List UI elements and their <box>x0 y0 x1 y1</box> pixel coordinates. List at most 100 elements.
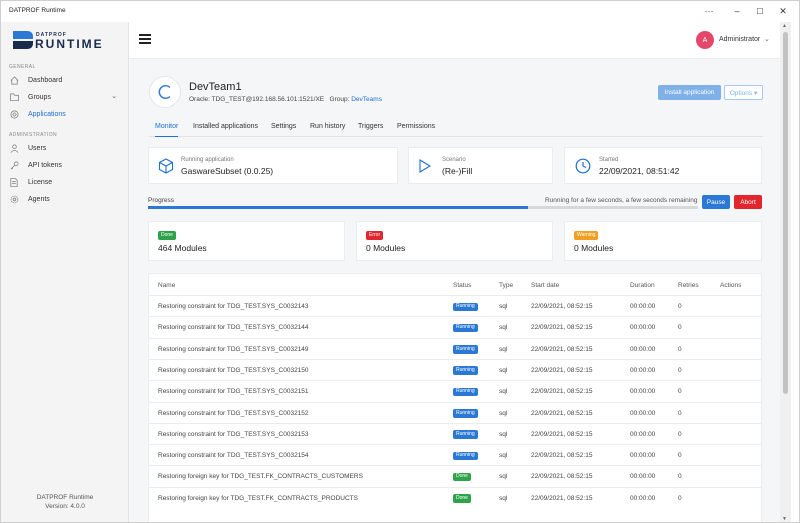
chevron-down-icon[interactable]: ⌄ <box>764 35 770 43</box>
abort-button[interactable]: Abort <box>734 195 762 209</box>
column-header-name: Name <box>158 282 176 289</box>
tab-triggers[interactable]: Triggers <box>358 123 383 137</box>
cell-retries: 0 <box>678 494 682 502</box>
started-card: Started 22/09/2021, 08:51:42 <box>564 147 762 184</box>
tab-monitor[interactable]: Monitor <box>155 123 179 137</box>
cell-status: Running <box>453 409 478 419</box>
progress-status: Running for a few seconds, a few seconds… <box>545 197 698 204</box>
table-row[interactable]: Restoring foreign key for TDG_TEST.FK_CO… <box>149 486 761 508</box>
cell-name: Restoring constraint for TDG_TEST.SYS_C0… <box>158 345 309 353</box>
sidebar-item-users[interactable]: Users <box>9 142 123 154</box>
started-value: 22/09/2021, 08:51:42 <box>599 166 680 176</box>
table-row[interactable]: Restoring foreign key for TDG_TEST.FK_CO… <box>149 465 761 486</box>
table-row[interactable]: Restoring constraint for TDG_TEST.SYS_C0… <box>149 380 761 401</box>
tab-settings[interactable]: Settings <box>271 123 296 137</box>
home-icon <box>9 75 19 85</box>
table-row[interactable]: Restoring constraint for TDG_TEST.SYS_C0… <box>149 358 761 380</box>
warning-summary-card: Warning 0 Modules <box>564 221 762 261</box>
sidebar-item-label: Users <box>28 144 47 152</box>
maximize-button[interactable]: ☐ <box>749 3 771 19</box>
clock-icon <box>575 158 591 174</box>
cell-duration: 00:00:00 <box>630 324 656 332</box>
column-header-actions: Actions <box>720 282 742 289</box>
group-link[interactable]: DevTeams <box>351 96 382 103</box>
sidebar-item-api-tokens[interactable]: API tokens <box>9 159 123 171</box>
table-row[interactable]: Restoring constraint for TDG_TEST.SYS_C0… <box>149 444 761 465</box>
cell-status: Running <box>453 345 478 355</box>
column-header-start-date: Start date <box>531 282 560 289</box>
cell-type: sql <box>499 366 508 374</box>
column-header-status: Status <box>453 282 472 289</box>
progress-label: Progress <box>148 197 175 204</box>
cell-retries: 0 <box>678 324 682 332</box>
pause-button[interactable]: Pause <box>702 195 730 209</box>
key-icon <box>9 160 19 170</box>
user-name[interactable]: Administrator <box>719 36 760 43</box>
done-summary-card: Done 464 Modules <box>148 221 345 261</box>
cell-status: Running <box>453 323 478 333</box>
progress-fill <box>148 206 528 209</box>
modules-table: Name Status Type Start date Duration Ret… <box>148 273 762 522</box>
minimize-button[interactable]: – <box>726 3 748 19</box>
scroll-thumb[interactable] <box>783 32 788 394</box>
cell-retries: 0 <box>678 430 682 438</box>
column-header-type: Type <box>499 282 514 289</box>
error-badge: Error <box>366 231 384 240</box>
cell-duration: 00:00:00 <box>630 345 656 353</box>
table-row[interactable]: Restoring constraint for TDG_TEST.SYS_C0… <box>149 295 761 316</box>
cell-type: sql <box>499 473 508 481</box>
cell-name: Restoring constraint for TDG_TEST.SYS_C0… <box>158 324 309 332</box>
tab-installed-applications[interactable]: Installed applications <box>193 123 258 137</box>
table-row[interactable]: Restoring constraint for TDG_TEST.SYS_C0… <box>149 401 761 423</box>
cell-retries: 0 <box>678 452 682 460</box>
cell-start-date: 22/09/2021, 08:52:15 <box>531 473 593 481</box>
table-row[interactable]: Restoring constraint for TDG_TEST.SYS_C0… <box>149 316 761 337</box>
table-row[interactable]: Restoring constraint for TDG_TEST.SYS_C0… <box>149 422 761 444</box>
sidebar-item-groups[interactable]: Groups ⌄ <box>9 91 123 103</box>
more-icon[interactable]: ··· <box>698 3 720 19</box>
footer-app-name: DATPROF Runtime <box>36 494 94 501</box>
sidebar-item-dashboard[interactable]: Dashboard <box>9 74 123 86</box>
scroll-up-icon[interactable]: ▲ <box>782 23 787 29</box>
running-application-value: GaswareSubset (0.0.25) <box>181 166 274 176</box>
sidebar-item-label: License <box>28 178 53 186</box>
tab-permissions[interactable]: Permissions <box>397 123 435 137</box>
cell-start-date: 22/09/2021, 08:52:15 <box>531 494 593 502</box>
document-icon <box>9 177 19 187</box>
main-content: DevTeam1 Oracle: TDG_TEST@192.168.56.101… <box>129 59 780 522</box>
cell-type: sql <box>499 303 508 310</box>
cell-status: Done <box>453 494 471 504</box>
cell-start-date: 22/09/2021, 08:52:15 <box>531 430 593 438</box>
scroll-down-icon[interactable]: ▼ <box>782 516 787 522</box>
running-application-label: Running application <box>181 157 234 163</box>
status-badge: Running <box>453 323 478 333</box>
sidebar-item-license[interactable]: License <box>9 176 123 188</box>
logo[interactable]: DATPROF RUNTIME <box>13 30 103 51</box>
cell-start-date: 22/09/2021, 08:52:15 <box>531 324 593 332</box>
options-button[interactable]: Options ▾ <box>724 85 763 100</box>
done-badge: Done <box>158 231 176 240</box>
cell-retries: 0 <box>678 345 682 353</box>
done-count: 464 Modules <box>158 243 207 253</box>
progress-bar <box>148 206 698 209</box>
team-status-icon <box>149 76 181 108</box>
scenario-value: (Re-)Fill <box>442 166 473 176</box>
status-badge: Running <box>453 409 478 418</box>
cell-start-date: 22/09/2021, 08:52:15 <box>531 388 593 396</box>
section-title-general: GENERAL <box>9 64 36 70</box>
applications-icon <box>9 109 19 119</box>
close-button[interactable]: ✕ <box>772 3 794 19</box>
app-window: DATPROF Runtime ··· – ☐ ✕ DATPROF RUNTIM… <box>0 0 800 523</box>
avatar[interactable]: A <box>696 31 714 49</box>
cell-name: Restoring foreign key for TDG_TEST.FK_CO… <box>158 494 358 502</box>
scenario-card: Scenario (Re-)Fill <box>408 147 553 184</box>
chevron-down-icon[interactable]: ⌄ <box>111 92 117 100</box>
tab-run-history[interactable]: Run history <box>310 123 345 137</box>
install-application-button[interactable]: Install application <box>658 85 721 100</box>
cell-start-date: 22/09/2021, 08:52:15 <box>531 303 593 310</box>
sidebar-item-agents[interactable]: Agents <box>9 193 123 205</box>
scrollbar[interactable]: ▲ ▼ <box>780 22 791 522</box>
sidebar-item-applications[interactable]: Applications <box>9 108 123 120</box>
table-row[interactable]: Restoring constraint for TDG_TEST.SYS_C0… <box>149 337 761 359</box>
menu-toggle-icon[interactable] <box>139 34 151 44</box>
